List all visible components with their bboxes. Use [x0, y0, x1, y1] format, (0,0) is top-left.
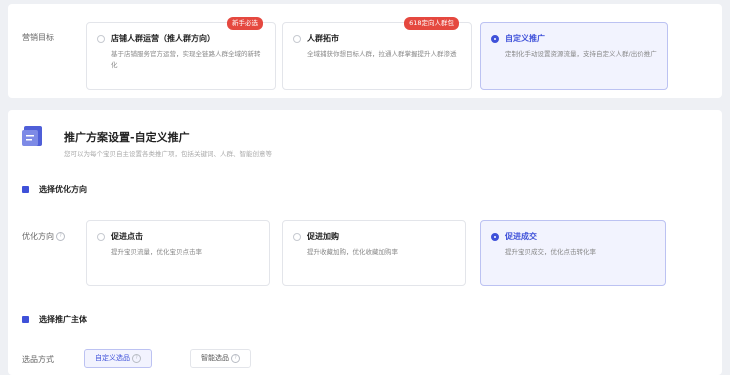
- subject-section-header: 选择推广主体: [22, 314, 87, 325]
- opt-desc-deal: 提升宝贝成交，优化点击转化率: [505, 248, 596, 256]
- goal-desc-crowd-expand: 全域捕获你想目标人群，拉通人群掌握提升人群渗透: [307, 50, 457, 58]
- opt-title-click: 促进点击: [111, 232, 143, 241]
- goal-title-store-crowd: 店铺人群运营（推人群方向）: [111, 34, 215, 43]
- plan-settings-panel: 推广方案设置-自定义推广 您可以为每个宝贝自主设置各类推广项，包括关键词、人群、…: [8, 110, 722, 375]
- opt-card-click[interactable]: 促进点击 提升宝贝流量，优化宝贝点击率: [86, 220, 270, 286]
- section-marker-icon: [22, 316, 29, 323]
- radio-deal[interactable]: [491, 233, 499, 241]
- opt-title-cart: 促进加购: [307, 232, 339, 241]
- marketing-goal-label: 营销目标: [22, 33, 54, 42]
- subject-label: 选品方式: [22, 355, 54, 364]
- marketing-goal-panel: 营销目标 新手必选 店铺人群运营（推人群方向） 基于店铺服务官方运营，实现全链路…: [8, 4, 722, 98]
- opt-card-cart[interactable]: 促进加购 提升收藏加购，优化收藏加购率: [282, 220, 466, 286]
- badge-newbie: 新手必选: [227, 17, 263, 30]
- goal-title-crowd-expand: 人群拓市: [307, 34, 339, 43]
- section-marker-icon: [22, 186, 29, 193]
- optimization-section-title: 选择优化方向: [39, 185, 87, 194]
- goal-card-store-crowd[interactable]: 新手必选 店铺人群运营（推人群方向） 基于店铺服务官方运营，实现全链路人群全域的…: [86, 17, 276, 90]
- radio-custom[interactable]: [491, 35, 499, 43]
- optimization-label-wrap: 优化方向?: [22, 231, 65, 242]
- radio-store-crowd[interactable]: [97, 35, 105, 43]
- goal-card-custom[interactable]: 自定义推广 定制化手动设置资源流量，支持自定义人群/出价推广: [480, 22, 668, 90]
- opt-title-deal: 促进成交: [505, 232, 537, 241]
- opt-desc-cart: 提升收藏加购，优化收藏加购率: [307, 248, 398, 256]
- help-icon[interactable]: ?: [231, 353, 240, 363]
- help-icon[interactable]: ?: [132, 353, 141, 363]
- plan-subtitle: 您可以为每个宝贝自主设置各类推广项，包括关键词、人群、智能创意等: [64, 150, 272, 158]
- tab-custom-select[interactable]: 自定义选品?: [84, 349, 152, 368]
- radio-click[interactable]: [97, 233, 105, 241]
- help-icon[interactable]: ?: [56, 232, 65, 241]
- opt-desc-click: 提升宝贝流量，优化宝贝点击率: [111, 248, 202, 256]
- goal-desc-store-crowd: 基于店铺服务官方运营，实现全链路人群全域的新转化: [111, 50, 261, 69]
- optimization-label: 优化方向: [22, 232, 54, 241]
- tab-smart-select[interactable]: 智能选品?: [190, 349, 251, 368]
- tab-custom-select-label: 自定义选品: [95, 354, 130, 362]
- goal-card-crowd-expand[interactable]: 618定向人群包 人群拓市 全域捕获你想目标人群，拉通人群掌握提升人群渗透: [282, 17, 472, 90]
- document-icon: [22, 126, 42, 146]
- goal-title-custom: 自定义推广: [505, 34, 545, 43]
- opt-card-deal[interactable]: 促进成交 提升宝贝成交，优化点击转化率: [480, 220, 666, 286]
- plan-title: 推广方案设置-自定义推广: [64, 131, 190, 144]
- subject-section-title: 选择推广主体: [39, 315, 87, 324]
- tab-smart-select-label: 智能选品: [201, 354, 229, 362]
- optimization-section-header: 选择优化方向: [22, 184, 87, 195]
- goal-desc-custom: 定制化手动设置资源流量，支持自定义人群/出价推广: [505, 50, 657, 58]
- radio-crowd-expand[interactable]: [293, 35, 301, 43]
- radio-cart[interactable]: [293, 233, 301, 241]
- badge-618-crowd: 618定向人群包: [404, 17, 459, 30]
